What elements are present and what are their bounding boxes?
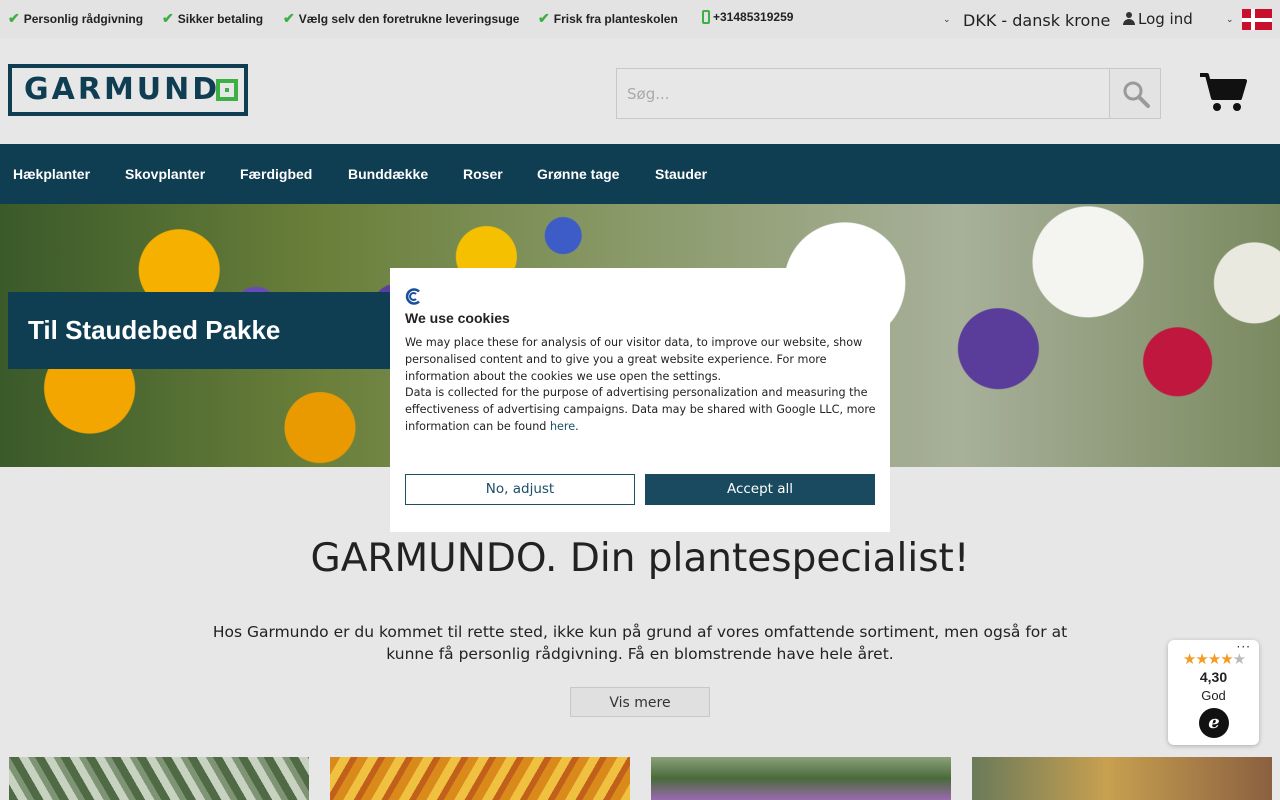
- check-icon: ✔: [162, 10, 174, 26]
- category-tile[interactable]: [9, 757, 309, 800]
- accept-all-button[interactable]: Accept all: [645, 474, 875, 505]
- search-icon: [1123, 81, 1150, 108]
- page-title: GARMUNDO. Din plantespecialist!: [310, 536, 970, 581]
- rating-stars-icon: ★★★★★: [1182, 650, 1246, 668]
- cart-icon: [1200, 73, 1247, 111]
- cookie-consent-logo-icon: [405, 288, 422, 309]
- currency-selector[interactable]: DKK - dansk krone: [963, 11, 1110, 30]
- check-icon: ✔: [8, 10, 20, 26]
- cookie-more-info-link[interactable]: here: [550, 420, 575, 433]
- check-icon: ✔: [538, 10, 550, 26]
- cookie-title: We use cookies: [405, 310, 510, 326]
- cookie-dialog: We use cookies We may place these for an…: [390, 268, 890, 532]
- chevron-down-icon[interactable]: ⌄: [1226, 14, 1234, 25]
- nav-item-bunddaekke[interactable]: Bunddække: [348, 166, 428, 182]
- usp-payment: ✔ Sikker betaling: [162, 10, 264, 26]
- rating-score: 4,30: [1199, 669, 1228, 685]
- no-adjust-button[interactable]: No, adjust: [405, 474, 635, 505]
- nav-item-roser[interactable]: Roser: [463, 166, 503, 182]
- trusted-shops-logo-icon: e: [1199, 708, 1229, 738]
- main-nav: Hækplanter Skovplanter Færdigbed Bunddæk…: [0, 144, 1280, 204]
- category-tile[interactable]: [330, 757, 630, 800]
- cart-button[interactable]: [1198, 72, 1248, 116]
- usp-advice: ✔ Personlig rådgivning: [8, 10, 144, 26]
- search-box: [616, 68, 1161, 119]
- nav-item-skovplanter[interactable]: Skovplanter: [125, 166, 205, 182]
- phone-icon: [702, 10, 710, 24]
- chevron-down-icon[interactable]: ⌄: [943, 14, 951, 25]
- user-icon: [1123, 12, 1135, 25]
- search-input[interactable]: [617, 69, 1109, 118]
- danish-flag-icon[interactable]: [1242, 9, 1272, 30]
- site-logo[interactable]: GARMUND: [8, 64, 248, 116]
- cookie-text: We may place these for analysis of our v…: [405, 336, 876, 433]
- search-button[interactable]: [1109, 69, 1160, 118]
- check-icon: ✔: [283, 10, 295, 26]
- intro-text: Hos Garmundo er du kommet til rette sted…: [212, 623, 1068, 663]
- logo-mark-icon: [216, 79, 238, 101]
- usp-delivery-week: ✔ Vælg selv den foretrukne leveringsuge: [283, 10, 520, 26]
- trust-badge[interactable]: ··· ★★★★★ 4,30 God e: [1168, 640, 1259, 745]
- nav-item-haekplanter[interactable]: Hækplanter: [13, 166, 90, 182]
- show-more-button[interactable]: Vis mere: [570, 687, 710, 717]
- rating-label: God: [1201, 688, 1226, 703]
- login-link[interactable]: Log ind: [1123, 10, 1193, 28]
- nav-item-gronne-tage[interactable]: Grønne tage: [537, 166, 619, 182]
- top-bar: ✔ Personlig rådgivning ✔ Sikker betaling ✔…: [0, 0, 1280, 38]
- hero-caption[interactable]: Til Staudebed Pakke: [8, 292, 390, 369]
- usp-fresh: ✔ Frisk fra planteskolen: [538, 10, 678, 26]
- phone-link[interactable]: +31485319259: [702, 10, 793, 24]
- nav-item-stauder[interactable]: Stauder: [655, 166, 707, 182]
- nav-item-faerdigbed[interactable]: Færdigbed: [240, 166, 312, 182]
- category-tile[interactable]: [651, 757, 951, 800]
- category-tile[interactable]: [972, 757, 1272, 800]
